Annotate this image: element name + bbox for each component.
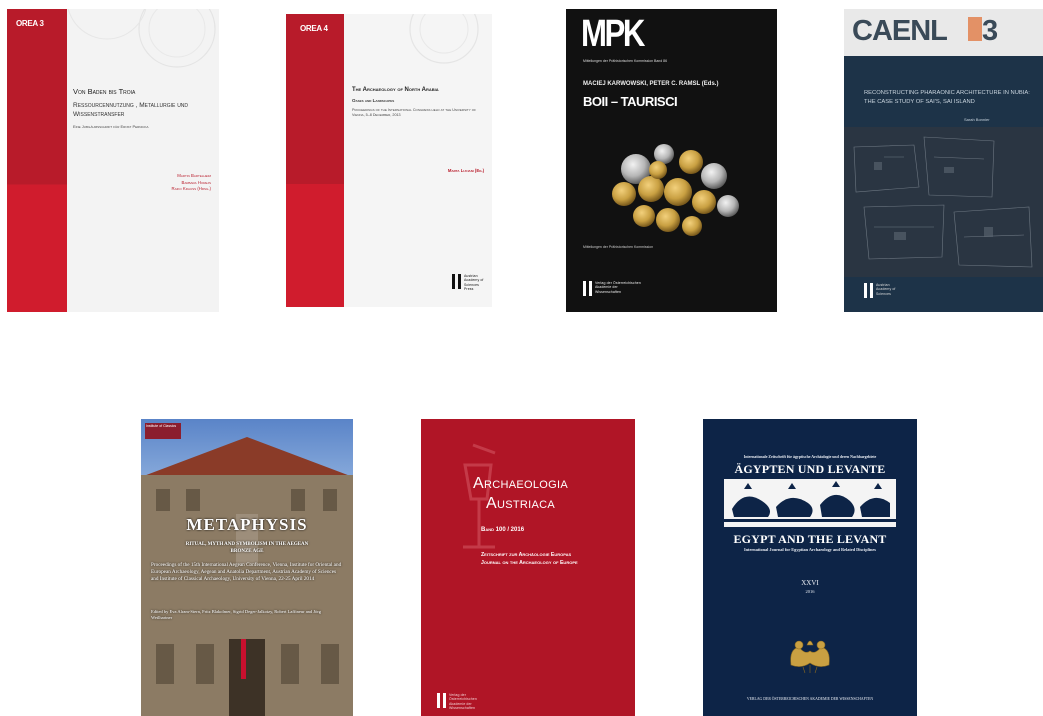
book-subtitle: Oases and Landscapes bbox=[352, 98, 395, 103]
book-subtitle: Ressourcennutzung , Metallurgie und Wiss… bbox=[73, 102, 189, 118]
series-label: CAENL bbox=[852, 15, 948, 47]
coins-photo-image bbox=[612, 144, 739, 236]
series-label: MPK bbox=[581, 13, 645, 55]
editors: Martin Bartelheim Barbara Horejs Raiko K… bbox=[171, 173, 211, 193]
journal-title-line-2: Austriaca bbox=[486, 495, 555, 512]
series-note: Mitteilungen der Prähistorischen Kommiss… bbox=[583, 245, 654, 249]
editor-name: Marta Luciani (Ed.) bbox=[447, 168, 484, 173]
journal-title-en: EGYPT AND THE LEVANT bbox=[733, 532, 887, 546]
journal-subtitle-de: Zeitschrift zur Archäologie Europas bbox=[481, 552, 572, 558]
series-mark-accent bbox=[968, 17, 982, 41]
journal-title-de: ÄGYPTEN UND LEVANTE bbox=[734, 462, 886, 476]
book-cover-orea-4[interactable]: OREA 4 The Archaeology of North Arabia O… bbox=[286, 14, 492, 307]
book-cover-egypt-and-the-levant[interactable]: Internationale Zeitschrift für ägyptisch… bbox=[703, 419, 917, 716]
publisher-name: Verlag der Österreichischen Akademie der… bbox=[595, 281, 641, 294]
logo-bars-icon bbox=[583, 281, 592, 296]
gold-jewel-image bbox=[790, 640, 830, 674]
proceedings-text: Proceedings of the International Congres… bbox=[352, 108, 476, 117]
series-label: OREA 4 bbox=[300, 24, 328, 33]
volume-label: Band 100 / 2016 bbox=[481, 527, 525, 533]
journal-subtitle-en: Journal on the Archaeology of Europe bbox=[481, 560, 578, 566]
publisher-logo: Verlag der Österreichischen Akademie der… bbox=[583, 281, 641, 296]
volume-number: XXVI bbox=[801, 579, 819, 587]
editors: Edited by Eva Alram-Stern, Fritz Blakolm… bbox=[151, 609, 321, 621]
publisher-name: Austrian Academy of Sciences bbox=[876, 283, 896, 296]
book-cover-caenl-3[interactable]: CAENL 3 Reconstructing Pharaonic Archite… bbox=[844, 9, 1043, 312]
book-title: METAPHYSIS bbox=[186, 515, 308, 534]
publisher-name: VERLAG DER ÖSTERREICHISCHEN AKADEMIE DER… bbox=[746, 697, 874, 701]
logo-bars-icon bbox=[437, 693, 446, 708]
book-cover-metaphysis[interactable]: Institute of Classics METAPHYSIS Ritual,… bbox=[141, 419, 353, 716]
series-subtitle: Mitteilungen der Prähistorischen Kommiss… bbox=[583, 59, 668, 63]
editor-name: Raiko Krauss (Hrsg.) bbox=[171, 186, 211, 191]
authors: MACIEJ KARWOWSKI, PETER C. RAMSL (Eds.) bbox=[583, 81, 719, 87]
decorative-pattern-graphic bbox=[67, 9, 216, 68]
decorative-pattern-graphic bbox=[409, 14, 479, 64]
journal-title-line-1: Archaeologia bbox=[473, 475, 568, 492]
publisher-name: Verlag der Österreichischen Akademie der… bbox=[449, 693, 477, 711]
series-number: 3 bbox=[982, 15, 999, 47]
cover-red-band bbox=[286, 14, 344, 307]
book-cover-archaeologia-austriaca[interactable]: Archaeologia Austriaca Band 100 / 2016 Z… bbox=[421, 419, 635, 716]
dedication: Eine Jubiläumsschrift für Ernst Pernicka bbox=[73, 124, 149, 129]
frieze-relief-graphic bbox=[724, 479, 896, 527]
book-title: BOII – TAURISCI bbox=[583, 94, 678, 109]
volume-year: 2016 bbox=[805, 589, 815, 594]
editor-name: Martin Bartelheim bbox=[177, 173, 211, 178]
publisher-logo: Austrian Academy of Sciences bbox=[864, 283, 898, 298]
institute-label: Institute of Classics bbox=[145, 423, 181, 439]
book-title: Reconstructing Pharaonic Architecture in… bbox=[864, 90, 1030, 105]
site-plan-image bbox=[844, 127, 1043, 277]
publisher-logo: Verlag der Österreichischen Akademie der… bbox=[437, 693, 477, 711]
journal-subtitle-en: International Journal for Egyptian Archa… bbox=[744, 547, 876, 552]
book-title: The Archaeology of North Arabia bbox=[352, 87, 439, 93]
cover-red-band bbox=[7, 9, 67, 312]
book-subtitle: Ritual, Myth and Symbolism in the Aegean… bbox=[185, 542, 309, 554]
book-cover-orea-3[interactable]: OREA 3 Von Baden bis Troia Ressourcennut… bbox=[7, 9, 219, 312]
book-title: Von Baden bis Troia bbox=[73, 87, 136, 96]
publisher-name: Austrian Academy of Sciences Press bbox=[464, 274, 484, 292]
author-name: Sarah Bonnier bbox=[964, 117, 990, 122]
top-line: Internationale Zeitschrift für ägyptisch… bbox=[743, 455, 877, 459]
book-cover-mpk[interactable]: MPK Mitteilungen der Prähistorischen Kom… bbox=[566, 9, 777, 312]
series-label: OREA 3 bbox=[16, 19, 44, 28]
publisher-logo: Austrian Academy of Sciences Press bbox=[452, 274, 486, 292]
logo-bars-icon bbox=[452, 274, 461, 289]
logo-bars-icon bbox=[864, 283, 873, 298]
proceedings-text: Proceedings of the 15th International Ae… bbox=[151, 562, 342, 583]
